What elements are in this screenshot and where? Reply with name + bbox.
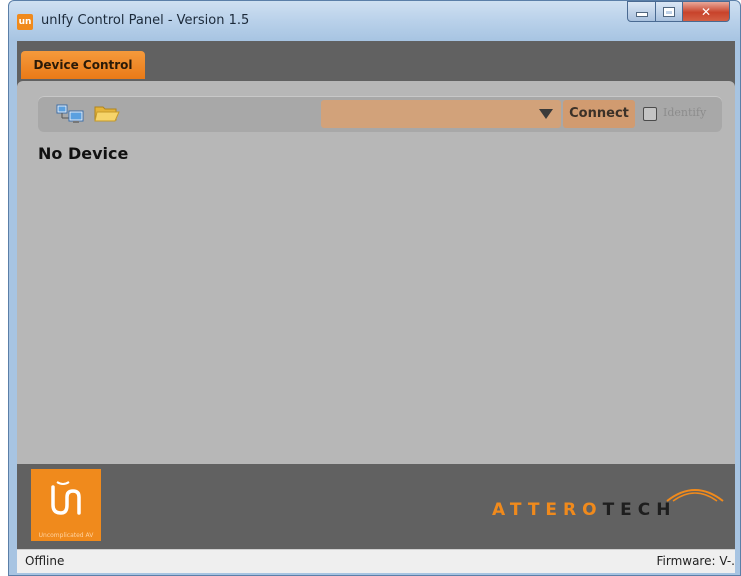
atterotech-logo-part1: ATTERO	[492, 500, 603, 520]
chevron-down-icon[interactable]	[539, 109, 553, 119]
window-controls: ✕	[627, 1, 730, 22]
minimize-button[interactable]	[627, 1, 656, 22]
device-toolbar: Connect Identify	[38, 96, 722, 132]
unify-tagline: Uncomplicated AV	[38, 532, 94, 539]
status-bar: Offline Firmware: V-.	[17, 549, 735, 573]
maximize-icon	[664, 7, 674, 16]
app-window: un unIfy Control Panel - Version 1.5 ✕ D…	[8, 0, 741, 576]
maximize-button[interactable]	[656, 1, 683, 22]
client-area: Device Control Connect Identify No Devic…	[17, 41, 735, 573]
close-icon: ✕	[700, 4, 712, 19]
close-button[interactable]: ✕	[683, 1, 730, 22]
app-icon[interactable]: un	[17, 14, 33, 30]
connect-button[interactable]: Connect	[563, 100, 635, 128]
unify-logo-icon	[51, 481, 81, 515]
network-devices-icon[interactable]	[56, 104, 86, 124]
identify-label: Identify	[663, 106, 707, 119]
unify-logo: Uncomplicated AV	[31, 469, 101, 541]
open-folder-icon[interactable]	[94, 103, 120, 123]
title-bar[interactable]: un unIfy Control Panel - Version 1.5 ✕	[9, 1, 740, 41]
minimize-icon	[635, 12, 648, 17]
tab-device-control[interactable]: Device Control	[21, 51, 145, 79]
connection-status: Offline	[25, 554, 65, 568]
device-control-panel: Connect Identify No Device	[17, 81, 735, 464]
atterotech-logo: ATTEROTECH	[492, 500, 677, 520]
firmware-version: Firmware: V-.	[656, 554, 735, 568]
device-select[interactable]	[321, 100, 561, 128]
device-status-heading: No Device	[38, 144, 129, 163]
atterotech-logo-part2: TECH	[602, 500, 677, 520]
identify-checkbox[interactable]	[643, 107, 657, 121]
window-title: unIfy Control Panel - Version 1.5	[41, 13, 250, 28]
